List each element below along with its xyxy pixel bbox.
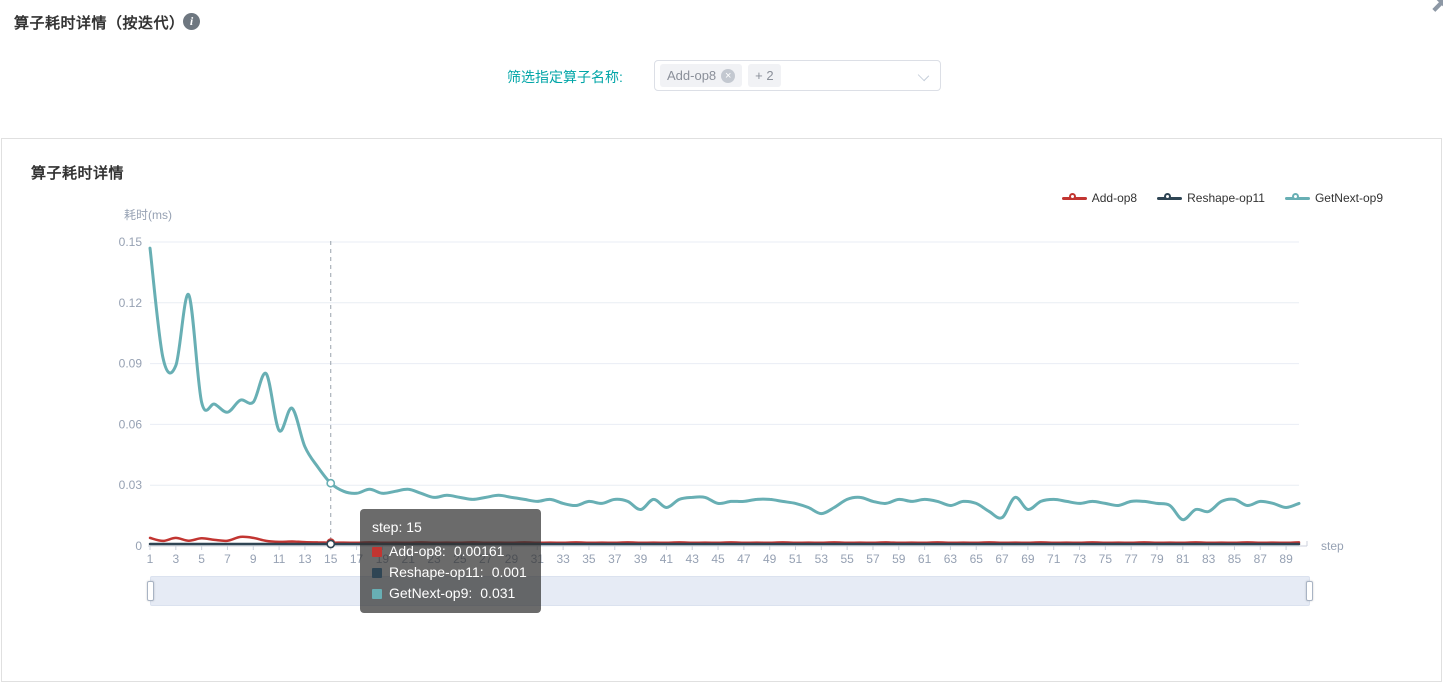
- close-icon[interactable]: ×: [1431, 0, 1443, 22]
- svg-text:7: 7: [224, 552, 231, 566]
- datazoom-left-handle[interactable]: [147, 581, 154, 601]
- chart-panel: 算子耗时详情 Add-op8 Reshape-op11 GetNext-op9 耗时…: [1, 138, 1442, 682]
- svg-text:0.15: 0.15: [119, 235, 143, 249]
- page-title: 算子耗时详情（按迭代）: [14, 15, 185, 32]
- svg-text:17: 17: [350, 552, 364, 566]
- svg-text:41: 41: [660, 552, 674, 566]
- svg-text:3: 3: [172, 552, 179, 566]
- info-icon[interactable]: i: [183, 13, 200, 30]
- svg-text:45: 45: [711, 552, 725, 566]
- svg-text:35: 35: [582, 552, 596, 566]
- svg-text:75: 75: [1099, 552, 1113, 566]
- tag-close-icon[interactable]: ×: [721, 68, 736, 83]
- filter-label: 筛选指定算子名称:: [507, 69, 623, 85]
- svg-text:71: 71: [1047, 552, 1061, 566]
- svg-text:0.09: 0.09: [119, 357, 143, 371]
- datazoom-slider[interactable]: [147, 576, 1313, 606]
- series-lines[interactable]: [148, 246, 1301, 546]
- svg-text:47: 47: [737, 552, 751, 566]
- svg-text:11: 11: [273, 552, 286, 566]
- svg-text:39: 39: [634, 552, 648, 566]
- x-axis-name: step: [1321, 539, 1344, 553]
- svg-text:65: 65: [970, 552, 984, 566]
- svg-text:13: 13: [298, 552, 312, 566]
- filter-tag[interactable]: Add-op8 ×: [660, 64, 743, 87]
- svg-text:77: 77: [1124, 552, 1138, 566]
- svg-text:89: 89: [1279, 552, 1293, 566]
- svg-text:69: 69: [1021, 552, 1035, 566]
- svg-text:59: 59: [892, 552, 906, 566]
- svg-text:0.03: 0.03: [119, 478, 143, 492]
- svg-text:31: 31: [531, 552, 545, 566]
- svg-text:0.12: 0.12: [119, 296, 143, 310]
- svg-text:67: 67: [995, 552, 1009, 566]
- filter-row: 筛选指定算子名称: Add-op8 × + 2: [0, 60, 1443, 94]
- svg-text:19: 19: [376, 552, 390, 566]
- y-axis-name: 耗时(ms): [124, 208, 172, 222]
- svg-text:63: 63: [944, 552, 958, 566]
- svg-text:61: 61: [918, 552, 932, 566]
- svg-text:73: 73: [1073, 552, 1087, 566]
- selected-tags: Add-op8 × + 2: [660, 64, 781, 87]
- svg-text:85: 85: [1228, 552, 1242, 566]
- svg-text:9: 9: [250, 552, 257, 566]
- svg-text:43: 43: [686, 552, 700, 566]
- series-Add-op8: [148, 535, 1301, 545]
- svg-text:0: 0: [135, 539, 142, 553]
- svg-text:33: 33: [556, 552, 570, 566]
- svg-text:15: 15: [324, 552, 338, 566]
- svg-text:81: 81: [1176, 552, 1190, 566]
- page: 算子耗时详情（按迭代） i × 筛选指定算子名称: Add-op8 × + 2 算子…: [0, 0, 1443, 686]
- svg-text:25: 25: [453, 552, 467, 566]
- svg-text:23: 23: [427, 552, 441, 566]
- svg-text:21: 21: [402, 552, 416, 566]
- operator-filter-select[interactable]: Add-op8 × + 2: [654, 60, 941, 91]
- y-axis-labels: 0 0.03 0.06 0.09 0.12 0.15: [119, 235, 143, 553]
- svg-text:83: 83: [1202, 552, 1216, 566]
- svg-text:5: 5: [198, 552, 205, 566]
- series-GetNext-op9: [148, 246, 1301, 522]
- svg-text:51: 51: [789, 552, 803, 566]
- svg-text:0.06: 0.06: [119, 417, 143, 431]
- svg-text:53: 53: [815, 552, 829, 566]
- svg-text:55: 55: [840, 552, 854, 566]
- svg-text:49: 49: [763, 552, 777, 566]
- svg-text:37: 37: [608, 552, 622, 566]
- svg-text:27: 27: [479, 552, 493, 566]
- svg-text:79: 79: [1150, 552, 1164, 566]
- svg-text:29: 29: [505, 552, 519, 566]
- svg-text:57: 57: [866, 552, 880, 566]
- filter-tag[interactable]: + 2: [748, 64, 781, 87]
- datazoom-right-handle[interactable]: [1306, 581, 1313, 601]
- svg-text:87: 87: [1254, 552, 1268, 566]
- grid-lines: [150, 241, 1299, 486]
- svg-text:1: 1: [147, 552, 154, 566]
- chevron-down-icon[interactable]: [917, 69, 930, 82]
